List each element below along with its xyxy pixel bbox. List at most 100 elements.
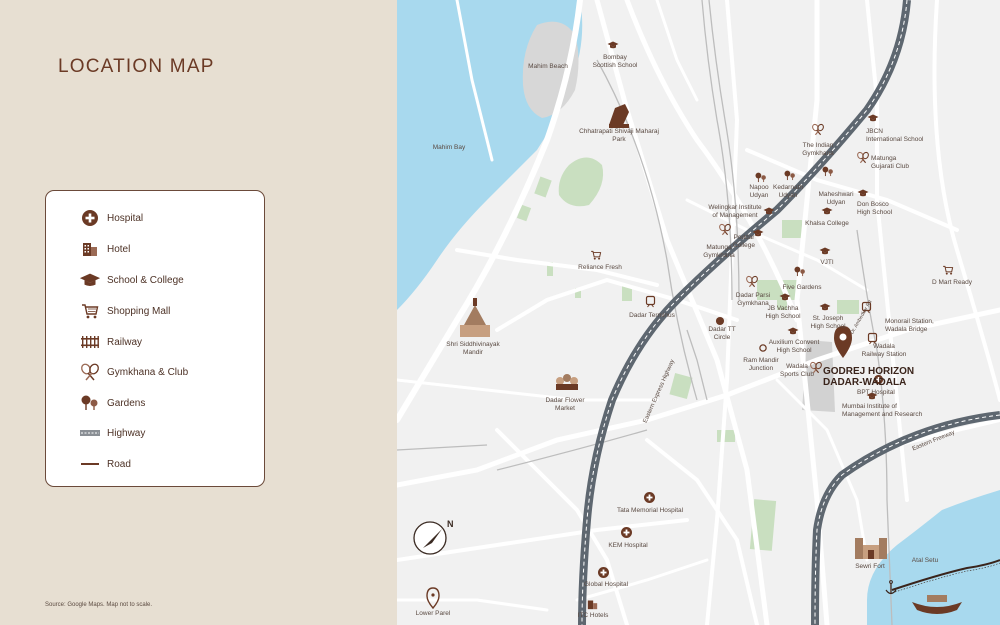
legend-item-railway: Railway <box>79 331 142 353</box>
label-dadar-terminus: Dadar Terminus <box>629 312 675 319</box>
tree-icon <box>79 392 101 414</box>
label-napoo-udyan: Napoo Udyan <box>749 184 769 199</box>
label-bpt-hospital: BPT Hospital <box>857 389 895 396</box>
shivaji-park <box>558 157 604 207</box>
label-jbcn: JBCN International School <box>866 128 924 143</box>
legend-label: Shopping Mall <box>107 305 171 317</box>
railway-icon <box>79 331 101 353</box>
label-kem: KEM Hospital <box>608 542 648 549</box>
school-icon[interactable] <box>867 114 880 127</box>
hospital-icon[interactable] <box>621 527 634 540</box>
legend: Hospital Hotel School & College Shopping… <box>45 190 265 487</box>
left-panel: LOCATION MAP Hospital Hotel School & Col… <box>0 0 397 625</box>
label-khalsa: Khalsa College <box>805 220 849 227</box>
hospital-icon <box>79 207 101 229</box>
legend-label: Highway <box>107 427 146 439</box>
flower-market-icon <box>556 374 578 390</box>
label-kedarnath-udyan: Kedarnath Udyan <box>773 184 803 199</box>
compass-north-label: N <box>447 519 454 529</box>
label-bombay-scottish: Bombay Scottish School <box>592 54 638 69</box>
hotel-icon[interactable] <box>587 599 600 612</box>
label-indian-gymkhana: The Indian Gymkhana <box>802 142 834 157</box>
school-icon[interactable] <box>607 41 620 54</box>
project-name: GODREJ HORIZON <box>823 366 915 377</box>
label-auxilium: Auxilium Convent High School <box>768 339 820 354</box>
legend-item-gymkhana: Gymkhana & Club <box>79 361 188 383</box>
hospital-icon[interactable] <box>598 567 611 580</box>
school-icon[interactable] <box>819 303 832 316</box>
label-vjti: VJTI <box>820 259 834 266</box>
school-icon[interactable] <box>787 327 800 340</box>
legend-item-school: School & College <box>79 269 184 291</box>
label-five-gardens: Five Gardens <box>782 284 822 291</box>
map-canvas[interactable]: Mahim Beach Mahim Bay Bombay Scottish Sc… <box>397 0 1000 625</box>
label-mimr: Mumbai Institute of Management and Resea… <box>842 403 923 418</box>
tennis-racket-icon[interactable] <box>719 223 732 237</box>
legend-label: Hospital <box>107 212 144 224</box>
label-flower-market: Dadar Flower Market <box>545 397 585 412</box>
legend-item-shopping: Shopping Mall <box>79 300 170 322</box>
map-base <box>397 0 1000 625</box>
label-sewri-fort: Sewri Fort <box>855 563 885 570</box>
sewri-fort-icon <box>855 538 887 559</box>
tree-icon[interactable] <box>794 266 807 279</box>
solid-line-icon <box>79 453 101 475</box>
school-icon[interactable] <box>819 247 832 260</box>
label-matunga-gymkhana: Matunga Gymkhana <box>703 244 735 259</box>
legend-label: Road <box>107 458 131 470</box>
legend-label: School & College <box>107 274 184 286</box>
label-mahim-beach: Mahim Beach <box>528 63 568 70</box>
school-icon[interactable] <box>779 293 792 306</box>
legend-item-road: Road <box>79 453 131 475</box>
label-jb-vachha: JB Vachha High School <box>765 305 801 320</box>
legend-item-hotel: Hotel <box>79 238 130 260</box>
shopping-cart-icon[interactable] <box>943 265 956 278</box>
school-icon <box>79 269 101 291</box>
label-tata-memorial: Tata Memorial Hospital <box>616 507 684 514</box>
school-icon[interactable] <box>821 207 834 220</box>
school-icon[interactable] <box>763 207 776 220</box>
railway-icon[interactable] <box>645 295 659 309</box>
label-dadar-tt: Dadar TT Circle <box>708 326 736 341</box>
label-matunga-gujarati: Matunga Gujarati Club <box>871 155 909 170</box>
legend-item-highway: Highway <box>79 422 145 444</box>
label-wadala-sports: Wadala Sports Club <box>780 363 814 378</box>
label-dmart: D Mart Ready <box>931 279 973 286</box>
legend-label: Gymkhana & Club <box>107 366 189 378</box>
shopping-cart-icon <box>79 300 101 322</box>
tree-icon[interactable] <box>822 166 835 179</box>
tennis-racket-icon[interactable] <box>746 275 759 289</box>
label-ram-mandir: Ram Mandir Junction <box>743 357 779 372</box>
label-maheshwari-udyan: Maheshwari Udyan <box>818 191 854 206</box>
legend-label: Gardens <box>107 397 146 409</box>
legend-label: Railway <box>107 336 143 348</box>
tennis-racket-icon[interactable] <box>857 151 870 165</box>
label-itc-hotels: ITC Hotels <box>577 612 609 619</box>
hotel-icon <box>79 238 101 260</box>
school-icon[interactable] <box>857 189 870 202</box>
label-siddhivinayak: Shri Siddhivinayak Mandir <box>446 341 500 356</box>
tree-icon[interactable] <box>784 170 797 183</box>
label-monorail: Monorail Station, Wadala Bridge <box>885 318 934 333</box>
source-note: Source: Google Maps. Map not to scale. <box>45 602 153 608</box>
shopping-cart-icon[interactable] <box>591 250 604 263</box>
label-lower-parel: Lower Parel <box>415 610 451 617</box>
label-atal-setu: Atal Setu <box>911 557 939 564</box>
tennis-racket-icon[interactable] <box>812 123 825 137</box>
project-subtitle: DADAR-WADALA <box>823 377 907 388</box>
tennis-racket-icon <box>79 361 101 383</box>
page-title: LOCATION MAP <box>58 56 215 77</box>
lower-parel-pin <box>426 587 440 610</box>
label-don-bosco: Don Bosco High School <box>857 201 893 216</box>
legend-item-gardens: Gardens <box>79 392 145 414</box>
dashed-line-icon <box>79 422 101 444</box>
tree-icon[interactable] <box>755 172 768 185</box>
compass-rose <box>413 521 447 555</box>
legend-item-hospital: Hospital <box>79 207 143 229</box>
label-mahim-bay: Mahim Bay <box>432 144 466 151</box>
label-wadala-railway: Wadala Railway Station <box>861 343 907 358</box>
shivaji-statue-icon <box>609 104 629 128</box>
legend-label: Hotel <box>107 243 131 255</box>
hospital-icon[interactable] <box>644 492 657 505</box>
label-st-joseph: St. Joseph High School <box>810 315 846 330</box>
